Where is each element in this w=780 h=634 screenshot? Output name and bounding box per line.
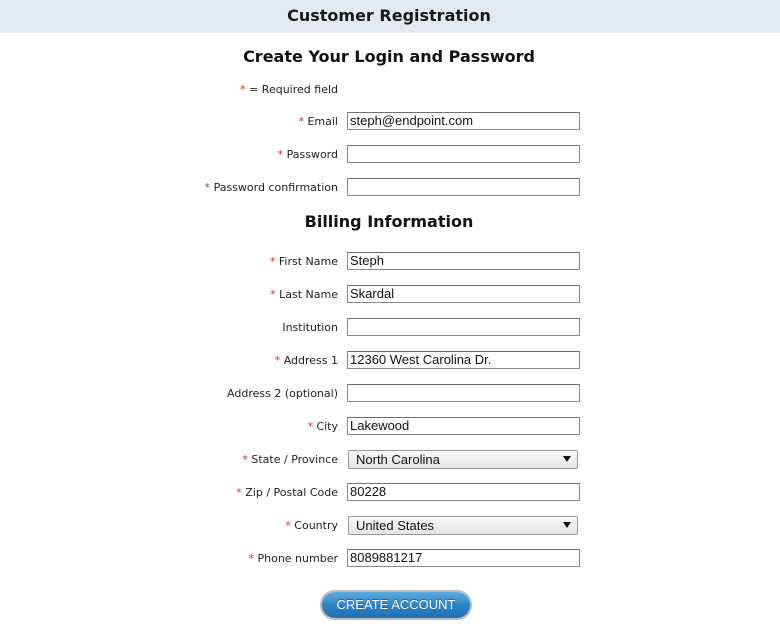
- required-star: *: [236, 486, 242, 499]
- zip-label: * Zip / Postal Code: [0, 486, 338, 499]
- institution-label: Institution: [282, 321, 338, 334]
- email-label: * Email: [0, 115, 338, 128]
- last-name-field[interactable]: [347, 285, 580, 303]
- country-select[interactable]: United States: [348, 516, 578, 535]
- address2-label: Address 2 (optional): [227, 387, 338, 400]
- password-confirmation-field[interactable]: [347, 178, 580, 196]
- page-title: Customer Registration: [287, 6, 491, 25]
- required-star: *: [248, 552, 254, 565]
- phone-label-text: Phone number: [257, 552, 338, 565]
- password-confirmation-label: * Password confirmation: [0, 181, 338, 194]
- header-bar: Customer Registration: [0, 0, 780, 33]
- country-label-text: Country: [294, 519, 338, 532]
- address1-field[interactable]: [347, 351, 580, 369]
- state-select[interactable]: North Carolina: [348, 450, 578, 469]
- address1-label-text: Address 1: [283, 354, 338, 367]
- email-field[interactable]: [347, 112, 580, 130]
- city-field[interactable]: [347, 417, 580, 435]
- password-label-text: Password: [286, 148, 338, 161]
- phone-label: * Phone number: [0, 552, 338, 565]
- country-label: * Country: [0, 519, 338, 532]
- last-name-label: * Last Name: [0, 288, 338, 301]
- chevron-down-icon: [563, 522, 571, 528]
- password-label: * Password: [0, 148, 338, 161]
- password-confirmation-label-text: Password confirmation: [213, 181, 338, 194]
- required-star: *: [274, 354, 281, 367]
- required-star: *: [298, 115, 304, 128]
- create-account-button[interactable]: CREATE ACCOUNT: [322, 592, 470, 618]
- address1-label: * Address 1: [0, 354, 338, 367]
- required-star: *: [285, 519, 291, 532]
- first-name-field[interactable]: [347, 252, 580, 270]
- zip-field[interactable]: [347, 483, 580, 501]
- state-label-text: State / Province: [251, 453, 338, 466]
- state-selected-value: North Carolina: [356, 452, 440, 467]
- required-note-text: = Required field: [249, 83, 338, 96]
- zip-label-text: Zip / Postal Code: [245, 486, 338, 499]
- login-section-title: Create Your Login and Password: [243, 47, 535, 66]
- required-star: *: [307, 420, 313, 433]
- institution-field[interactable]: [347, 318, 580, 336]
- country-selected-value: United States: [356, 518, 435, 533]
- required-star: *: [277, 148, 284, 161]
- required-field-note: * = Required field: [0, 83, 338, 96]
- state-label: * State / Province: [0, 453, 338, 466]
- city-label: * City: [0, 420, 338, 433]
- email-label-text: Email: [307, 115, 338, 128]
- first-name-label-text: First Name: [278, 255, 338, 268]
- phone-field[interactable]: [347, 549, 580, 567]
- first-name-label: * First Name: [0, 255, 338, 268]
- address2-field[interactable]: [347, 384, 580, 402]
- required-star: *: [270, 288, 276, 301]
- city-label-text: City: [316, 420, 338, 433]
- required-star: *: [240, 83, 246, 96]
- required-star: *: [269, 255, 276, 268]
- chevron-down-icon: [563, 456, 571, 462]
- last-name-label-text: Last Name: [279, 288, 338, 301]
- billing-section-title: Billing Information: [304, 212, 474, 231]
- required-star: *: [242, 453, 248, 466]
- password-field[interactable]: [347, 145, 580, 163]
- required-star: *: [204, 181, 211, 194]
